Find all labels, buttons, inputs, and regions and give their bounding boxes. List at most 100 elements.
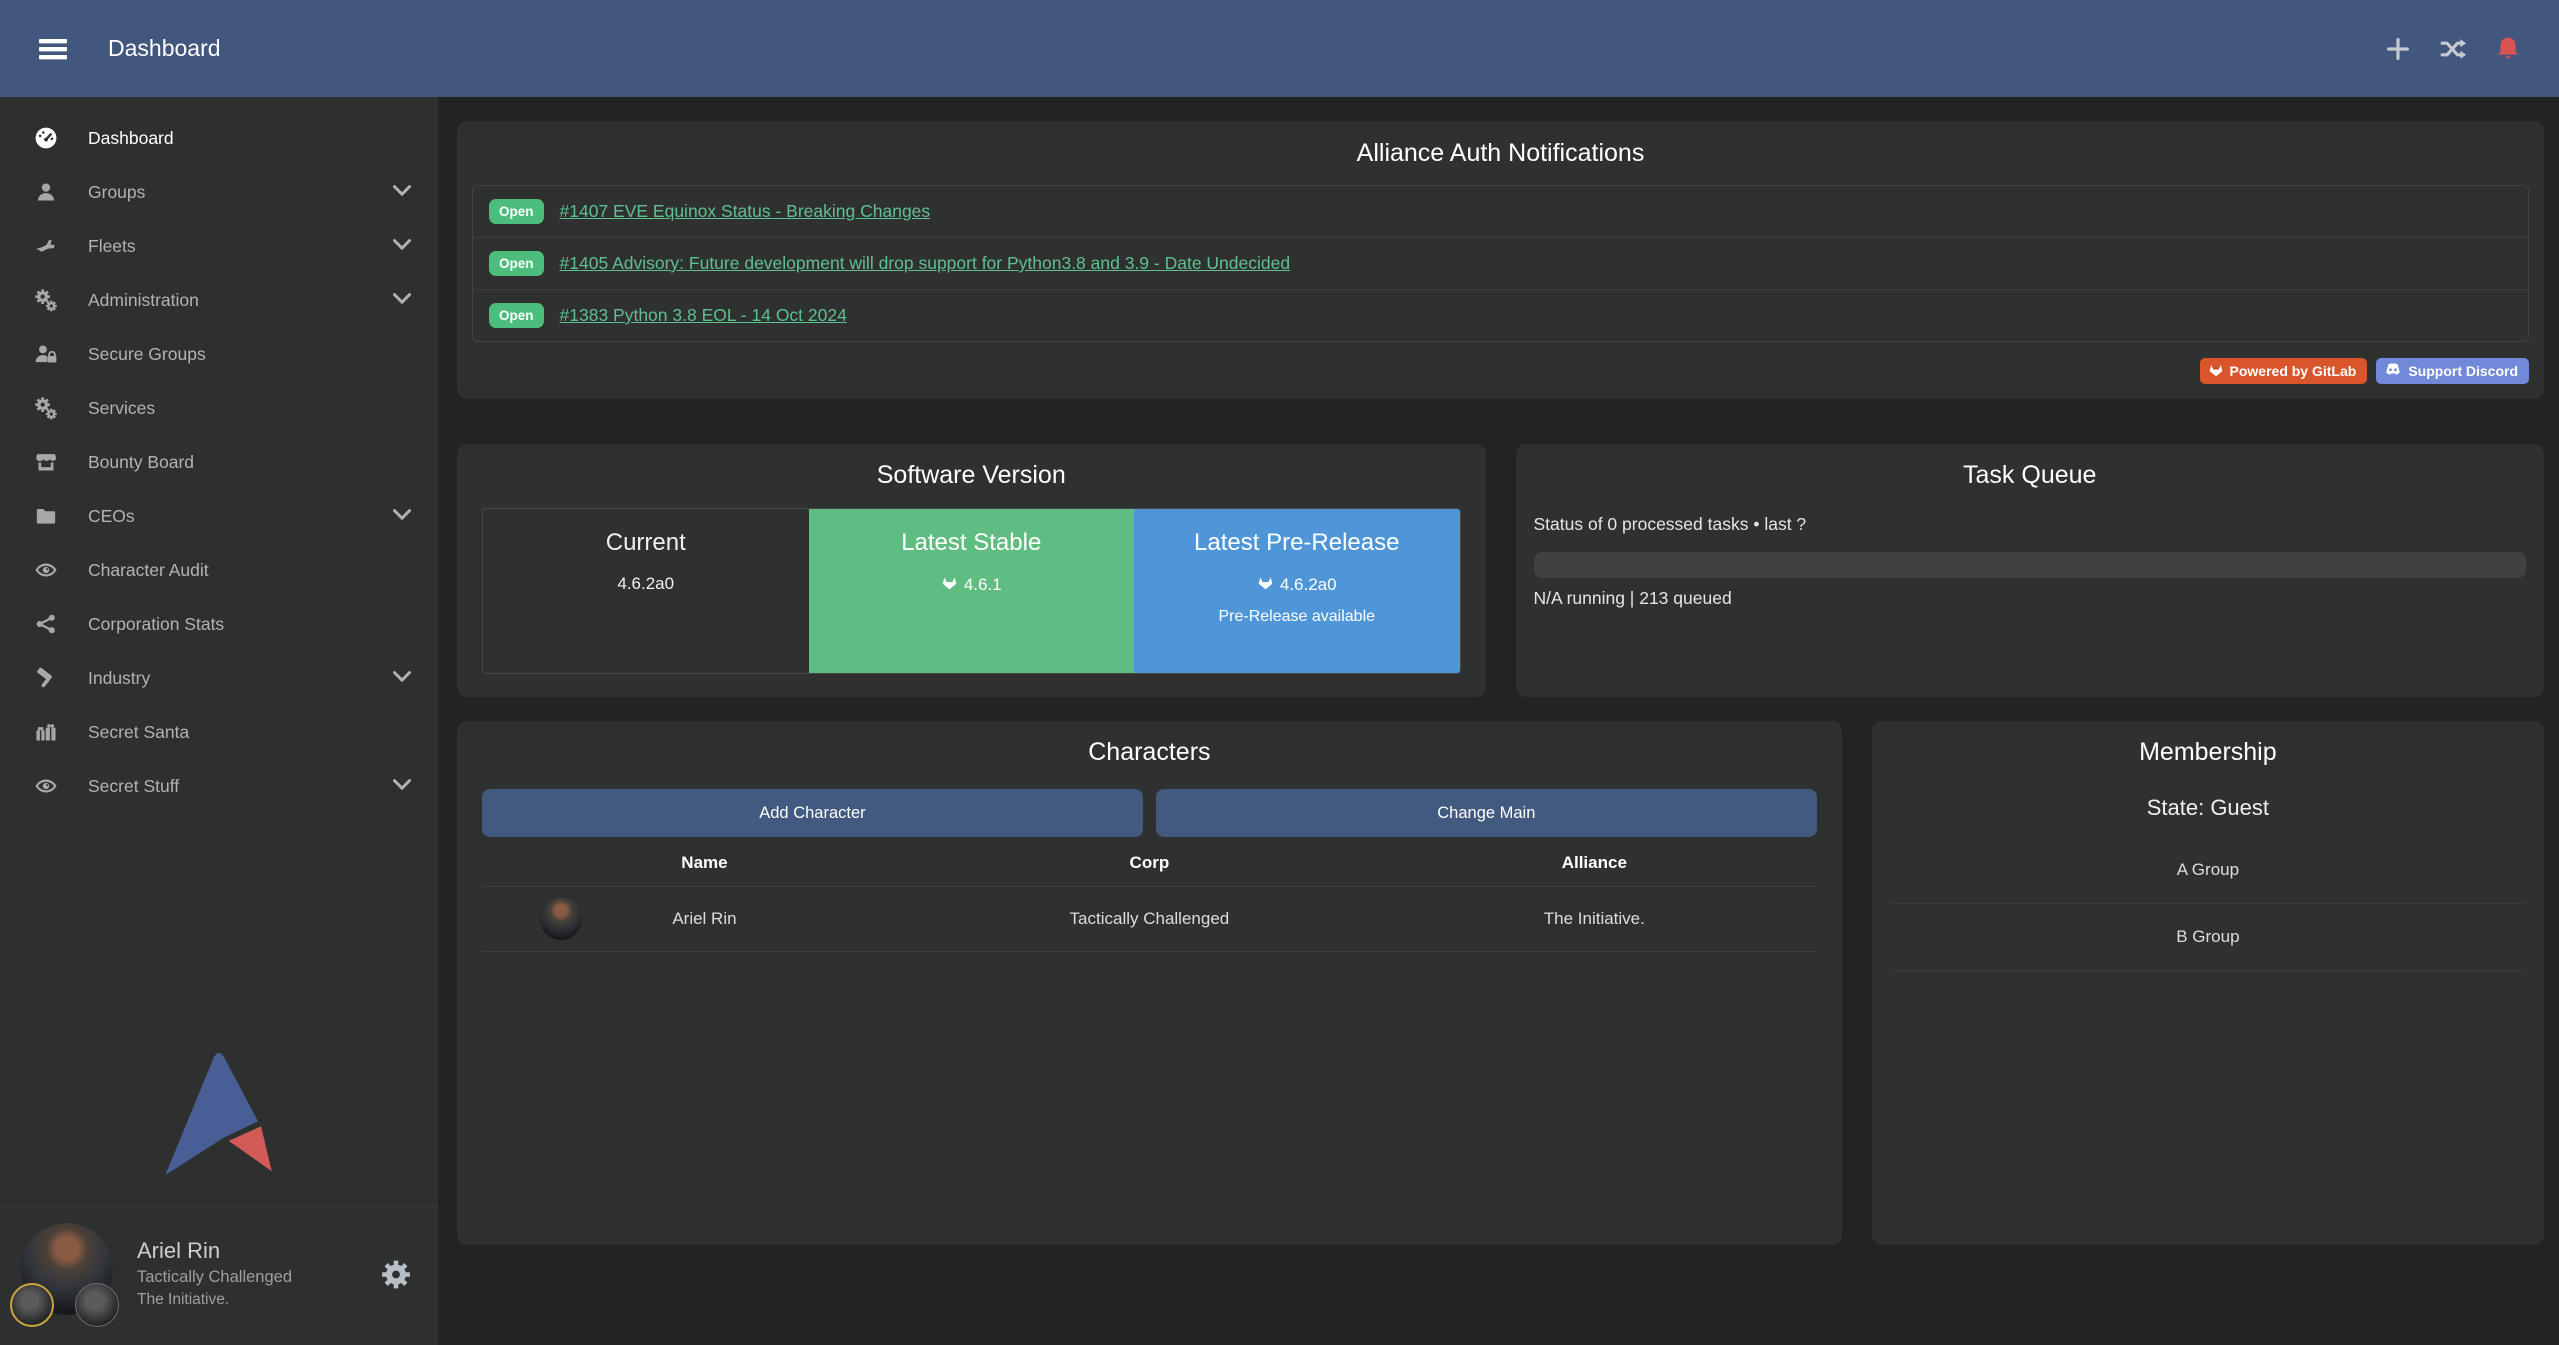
hammer-icon	[32, 667, 60, 689]
software-version-title: Software Version	[482, 461, 1461, 490]
sidebar-item-label: Secure Groups	[88, 344, 206, 365]
sidebar-item-ceos[interactable]: CEOs	[0, 489, 438, 543]
user-lock-icon	[32, 343, 60, 365]
user-icon	[32, 181, 60, 203]
eye-icon	[32, 775, 60, 797]
sidebar-item-label: Secret Santa	[88, 722, 189, 743]
notifications-bell-icon[interactable]	[2495, 35, 2521, 63]
user-avatar	[21, 1223, 113, 1323]
notification-link[interactable]: #1407 EVE Equinox Status - Breaking Chan…	[560, 201, 931, 222]
sidebar-item-groups[interactable]: Groups	[0, 165, 438, 219]
sidebar-item-character-audit[interactable]: Character Audit	[0, 543, 438, 597]
status-badge: Open	[489, 199, 544, 224]
discord-badge[interactable]: Support Discord	[2376, 358, 2529, 384]
notification-item: Open #1383 Python 3.8 EOL - 14 Oct 2024	[473, 290, 2528, 341]
notification-link[interactable]: #1383 Python 3.8 EOL - 14 Oct 2024	[560, 305, 847, 326]
character-row-portrait	[540, 898, 582, 940]
folder-icon	[32, 505, 60, 527]
status-badge: Open	[489, 251, 544, 276]
chevron-down-icon	[392, 506, 412, 527]
sidebar-item-label: Dashboard	[88, 128, 174, 149]
task-queue-summary: N/A running | 213 queued	[1534, 588, 2527, 609]
sidebar-item-industry[interactable]: Industry	[0, 651, 438, 705]
sidebar-item-label: Groups	[88, 182, 145, 203]
version-latest-stable: Latest Stable 4.6.1	[809, 509, 1135, 673]
membership-panel: Membership State: Guest A Group B Group	[1872, 721, 2544, 1245]
discord-icon	[2384, 363, 2402, 380]
share-nodes-icon	[32, 613, 60, 635]
sidebar-item-services[interactable]: Services	[0, 381, 438, 435]
sidebar-item-label: Industry	[88, 668, 150, 689]
version-box: Current 4.6.2a0 Latest Stable 4.6.1 Late…	[482, 508, 1461, 674]
column-header-corp: Corp	[927, 853, 1372, 873]
sidebar-item-secret-santa[interactable]: Secret Santa	[0, 705, 438, 759]
column-header-alliance: Alliance	[1372, 853, 1817, 873]
main-content: Alliance Auth Notifications Open #1407 E…	[438, 97, 2559, 1345]
notifications-title: Alliance Auth Notifications	[472, 139, 2529, 168]
sidebar-item-label: Character Audit	[88, 560, 209, 581]
sidebar-item-label: Secret Stuff	[88, 776, 179, 797]
character-corp: Tactically Challenged	[927, 909, 1372, 929]
sidebar-item-secret-stuff[interactable]: Secret Stuff	[0, 759, 438, 813]
sidebar-item-secure-groups[interactable]: Secure Groups	[0, 327, 438, 381]
prerelease-note: Pre-Release available	[1134, 608, 1460, 626]
gitlab-icon	[941, 574, 958, 595]
eye-icon	[32, 559, 60, 581]
user-name: Ariel Rin	[137, 1238, 292, 1264]
chevron-down-icon	[392, 668, 412, 689]
sidebar-item-corporation-stats[interactable]: Corporation Stats	[0, 597, 438, 651]
gitlab-icon	[1257, 574, 1274, 595]
top-navbar: Dashboard	[0, 0, 2559, 97]
version-latest-prerelease: Latest Pre-Release 4.6.2a0 Pre-Release a…	[1134, 509, 1460, 673]
list-item: A Group	[1892, 837, 2524, 904]
membership-state: State: Guest	[1892, 795, 2524, 821]
add-icon[interactable]	[2385, 36, 2411, 62]
chevron-down-icon	[392, 776, 412, 797]
gears-icon	[32, 396, 60, 420]
settings-gear-icon[interactable]	[380, 1259, 412, 1294]
sidebar-item-fleets[interactable]: Fleets	[0, 219, 438, 273]
change-main-button[interactable]: Change Main	[1156, 789, 1817, 837]
characters-panel: Characters Add Character Change Main Nam…	[457, 721, 1842, 1245]
task-queue-panel: Task Queue Status of 0 processed tasks •…	[1516, 444, 2545, 697]
gitlab-badge[interactable]: Powered by GitLab	[2200, 358, 2368, 384]
chevron-down-icon	[392, 182, 412, 203]
character-alliance: The Initiative.	[1372, 909, 1817, 929]
user-corp: Tactically Challenged	[137, 1268, 292, 1287]
task-queue-status: Status of 0 processed tasks • last ?	[1534, 514, 2527, 535]
notification-link[interactable]: #1405 Advisory: Future development will …	[560, 253, 1291, 274]
shuffle-icon[interactable]	[2439, 36, 2467, 62]
sidebar-item-label: Fleets	[88, 236, 136, 257]
chevron-down-icon	[392, 236, 412, 257]
notification-item: Open #1405 Advisory: Future development …	[473, 238, 2528, 290]
gifts-icon	[32, 721, 60, 743]
storefront-icon	[32, 451, 60, 473]
alliance-logo	[75, 1283, 119, 1327]
column-header-name: Name	[482, 853, 927, 873]
task-queue-progressbar	[1534, 552, 2527, 578]
sidebar: Dashboard Groups Fleets	[0, 97, 438, 1345]
gitlab-icon	[2208, 362, 2224, 380]
sidebar-item-label: Services	[88, 398, 155, 419]
notifications-list: Open #1407 EVE Equinox Status - Breaking…	[472, 185, 2529, 342]
menu-icon[interactable]	[38, 37, 68, 61]
sidebar-item-label: Corporation Stats	[88, 614, 224, 635]
add-character-button[interactable]: Add Character	[482, 789, 1143, 837]
list-item: B Group	[1892, 904, 2524, 971]
sidebar-item-bounty-board[interactable]: Bounty Board	[0, 435, 438, 489]
user-alliance: The Initiative.	[137, 1291, 292, 1309]
corp-logo	[10, 1283, 54, 1327]
dashboard-gauge-icon	[32, 126, 60, 150]
gears-icon	[32, 288, 60, 312]
software-version-panel: Software Version Current 4.6.2a0 Latest …	[457, 444, 1486, 697]
version-current: Current 4.6.2a0	[483, 509, 809, 673]
sidebar-item-label: Bounty Board	[88, 452, 194, 473]
sidebar-item-dashboard[interactable]: Dashboard	[0, 111, 438, 165]
sidebar-item-label: CEOs	[88, 506, 135, 527]
sidebar-item-administration[interactable]: Administration	[0, 273, 438, 327]
membership-title: Membership	[1892, 738, 2524, 767]
fighter-jet-icon	[32, 235, 60, 257]
notification-item: Open #1407 EVE Equinox Status - Breaking…	[473, 186, 2528, 238]
chevron-down-icon	[392, 290, 412, 311]
characters-title: Characters	[482, 738, 1817, 767]
